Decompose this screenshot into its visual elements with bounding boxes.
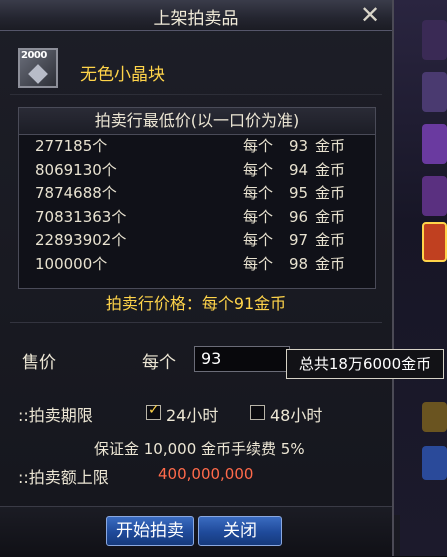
sell-price-label: 售价 [22, 353, 56, 373]
price-row-per: 每个 [243, 231, 274, 249]
price-row-per: 每个 [243, 160, 274, 179]
checkbox-48h[interactable] [250, 405, 265, 420]
price-row-per: 每个 [243, 184, 274, 202]
price-row-unit: 金币 [315, 137, 346, 155]
price-row-qty: 70831363个 [35, 207, 127, 226]
price-row: 8069130个 每个 94 金币 [19, 159, 375, 183]
background-icon [422, 176, 447, 216]
checkbox-24h[interactable]: ✓ [146, 402, 161, 420]
price-row: 22893902个 每个 97 金币 [19, 229, 375, 253]
close-icon[interactable]: ✕ [356, 2, 384, 28]
fee-info: 保证金 10,000 金币手续费 5% [94, 440, 305, 458]
price-row-qty: 7874688个 [35, 184, 117, 202]
lowest-price-header: 拍卖行最低价(以一口价为准) [19, 108, 375, 135]
crystal-item-icon[interactable]: 2000 [18, 48, 58, 88]
price-row: 277185个 每个 93 金币 [19, 135, 375, 159]
background-icon [422, 446, 447, 480]
auction-listing-window: 上架拍卖品 ✕ 2000 无色小晶块 拍卖行最低价(以一口价为准) 277185… [0, 0, 394, 557]
price-row-unit: 金币 [315, 184, 346, 202]
background-icon [422, 402, 447, 432]
crystal-shape [28, 64, 48, 84]
market-price: 拍卖行价格：每个91金币 [105, 294, 287, 313]
price-row-qty: 277185个 [35, 137, 108, 155]
price-row-unit: 金币 [315, 254, 346, 273]
background-icon [422, 20, 447, 60]
price-row-unit: 金币 [315, 207, 346, 226]
price-row-price: 97 [289, 231, 309, 249]
limit-value: 400,000,000 [158, 465, 254, 483]
price-row-unit: 金币 [315, 231, 346, 249]
item-count-badge: 2000 [21, 50, 47, 61]
price-row-price: 94 [289, 160, 309, 179]
start-auction-button[interactable]: 开始拍卖 [106, 516, 194, 546]
price-row-per: 每个 [243, 137, 274, 155]
price-row: 7874688个 每个 95 金币 [19, 182, 375, 206]
item-row: 2000 无色小晶块 [10, 40, 382, 95]
background-icon [422, 72, 447, 112]
divider [10, 322, 382, 323]
titlebar: 上架拍卖品 ✕ [0, 0, 392, 31]
window-title: 上架拍卖品 [153, 9, 239, 29]
price-row-qty: 8069130个 [35, 160, 117, 179]
price-row-qty: 100000个 [35, 254, 108, 273]
total-price-tooltip: 总共18万6000金币 [286, 349, 444, 379]
checkbox-24h-label[interactable]: 24小时 [166, 402, 218, 426]
price-row-per: 每个 [243, 254, 274, 273]
price-input[interactable]: 93 [194, 346, 290, 372]
background-icon [422, 222, 447, 262]
price-row: 100000个 每个 98 金币 [19, 253, 375, 277]
checkmark-icon: ✓ [148, 402, 160, 418]
price-row-price: 96 [289, 207, 309, 226]
bottom-bar [0, 506, 392, 557]
price-row-unit: 金币 [315, 160, 346, 179]
item-name: 无色小晶块 [80, 65, 165, 85]
lowest-price-table: 拍卖行最低价(以一口价为准) 277185个 每个 93 金币 8069130个… [18, 107, 376, 289]
per-unit-label: 每个 [142, 353, 176, 373]
price-row-price: 93 [289, 137, 309, 155]
background-icon [422, 124, 447, 164]
price-row: 70831363个 每个 96 金币 [19, 206, 375, 230]
checkbox-48h-label[interactable]: 48小时 [270, 402, 322, 426]
duration-label: ::拍卖期限 [18, 406, 93, 425]
price-row-price: 98 [289, 254, 309, 273]
price-row-per: 每个 [243, 207, 274, 226]
price-row-qty: 22893902个 [35, 231, 127, 249]
limit-label: ::拍卖额上限 [18, 468, 109, 487]
price-row-price: 95 [289, 184, 309, 202]
close-button[interactable]: 关闭 [198, 516, 282, 546]
